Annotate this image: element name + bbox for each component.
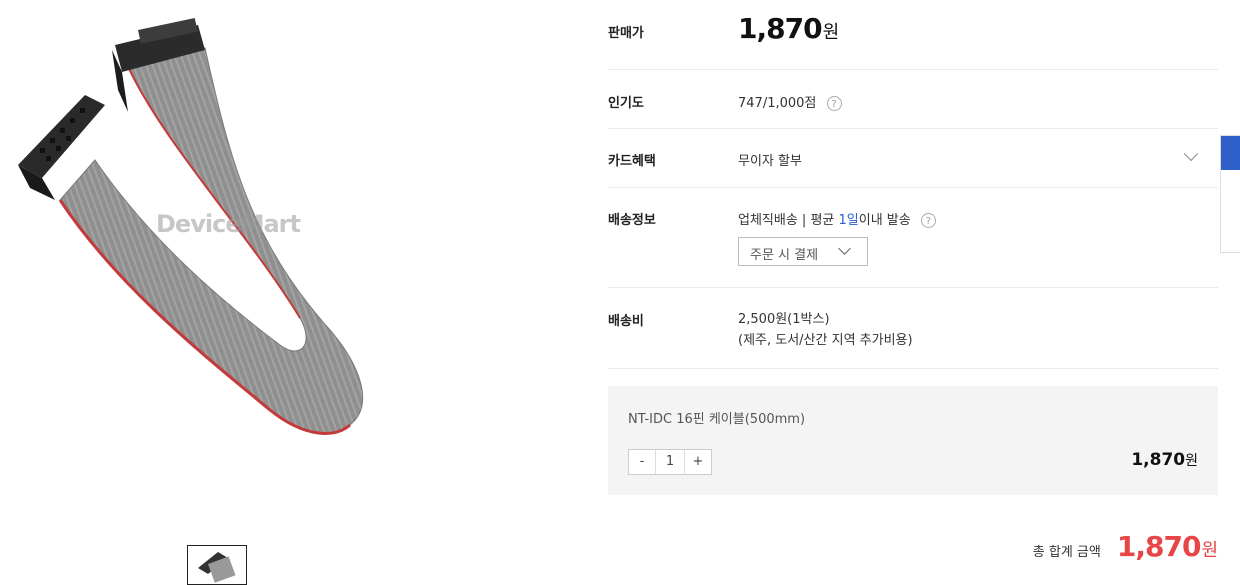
option-price-unit: 원 xyxy=(1185,453,1198,469)
quantity-stepper: - 1 + xyxy=(628,449,712,475)
product-info: 판매가 1,870원 인기도 747/1,000점 ? 카드혜택 무이자 할부 … xyxy=(608,0,1218,369)
quantity-input[interactable]: 1 xyxy=(655,450,685,474)
chevron-down-icon[interactable] xyxy=(1183,146,1199,162)
option-price-value: 1,870 xyxy=(1131,450,1186,470)
total-label: 총 합계 금액 xyxy=(1032,545,1101,560)
card-benefit-label: 카드혜택 xyxy=(608,154,656,169)
popularity-max: /1,000점 xyxy=(762,96,817,111)
ribbon-cable-photo xyxy=(18,17,364,435)
shipping-fee-row: 배송비 2,500원(1박스) (제주, 도서/산간 지역 추가비용) xyxy=(608,288,1218,369)
option-price: 1,870원 xyxy=(1131,450,1198,470)
total-unit: 원 xyxy=(1201,540,1218,561)
shipping-suffix: 이내 발송 xyxy=(858,213,911,228)
product-image: DeviceMart xyxy=(0,0,560,520)
card-benefit-value: 무이자 할부 xyxy=(738,154,802,169)
popularity-label: 인기도 xyxy=(608,96,644,111)
help-icon[interactable]: ? xyxy=(826,96,842,111)
price-unit: 원 xyxy=(822,22,840,43)
increase-button[interactable]: + xyxy=(685,450,711,474)
shipping-fee-line1: 2,500원(1박스) xyxy=(738,312,830,327)
chevron-down-icon xyxy=(838,242,851,255)
shipping-value: 업체직배송 | 평균 1일이내 발송 ? 주문 시 결제 xyxy=(738,209,936,266)
decrease-button[interactable]: - xyxy=(629,450,655,474)
help-icon[interactable]: ? xyxy=(920,213,936,228)
price-value: 1,870 xyxy=(738,12,823,45)
payment-select[interactable]: 주문 시 결제 xyxy=(738,237,868,266)
payment-select-label: 주문 시 결제 xyxy=(750,248,819,263)
shipping-fee-value: 2,500원(1박스) (제주, 도서/산간 지역 추가비용) xyxy=(738,309,913,351)
price-value-group: 1,870원 xyxy=(738,12,839,45)
side-panel[interactable] xyxy=(1220,135,1240,253)
thumbnail[interactable] xyxy=(187,545,247,585)
watermark-text: DeviceMart xyxy=(156,210,301,238)
shipping-days: 1일 xyxy=(838,213,859,228)
card-benefit-row[interactable]: 카드혜택 무이자 할부 xyxy=(608,129,1218,188)
total-amount: 총 합계 금액 1,870 원 xyxy=(1033,530,1218,563)
popularity-score: 747 xyxy=(738,96,763,111)
price-label: 판매가 xyxy=(608,26,644,41)
shipping-label: 배송정보 xyxy=(608,213,656,228)
popularity-value: 747/1,000점 ? xyxy=(738,92,842,111)
shipping-row: 배송정보 업체직배송 | 평균 1일이내 발송 ? 주문 시 결제 xyxy=(608,188,1218,288)
shipping-fee-line2: (제주, 도서/산간 지역 추가비용) xyxy=(738,333,913,348)
side-panel-tab[interactable] xyxy=(1221,136,1240,170)
shipping-prefix: 업체직배송 | 평균 xyxy=(738,213,839,228)
selected-option: NT-IDC 16핀 케이블(500mm) - 1 + 1,870원 xyxy=(608,386,1218,495)
popularity-row: 인기도 747/1,000점 ? xyxy=(608,70,1218,129)
thumbnail-image xyxy=(198,552,236,583)
option-name: NT-IDC 16핀 케이블(500mm) xyxy=(628,412,806,427)
total-value: 1,870 xyxy=(1116,530,1202,563)
price-row: 판매가 1,870원 xyxy=(608,0,1218,70)
shipping-fee-label: 배송비 xyxy=(608,314,644,329)
